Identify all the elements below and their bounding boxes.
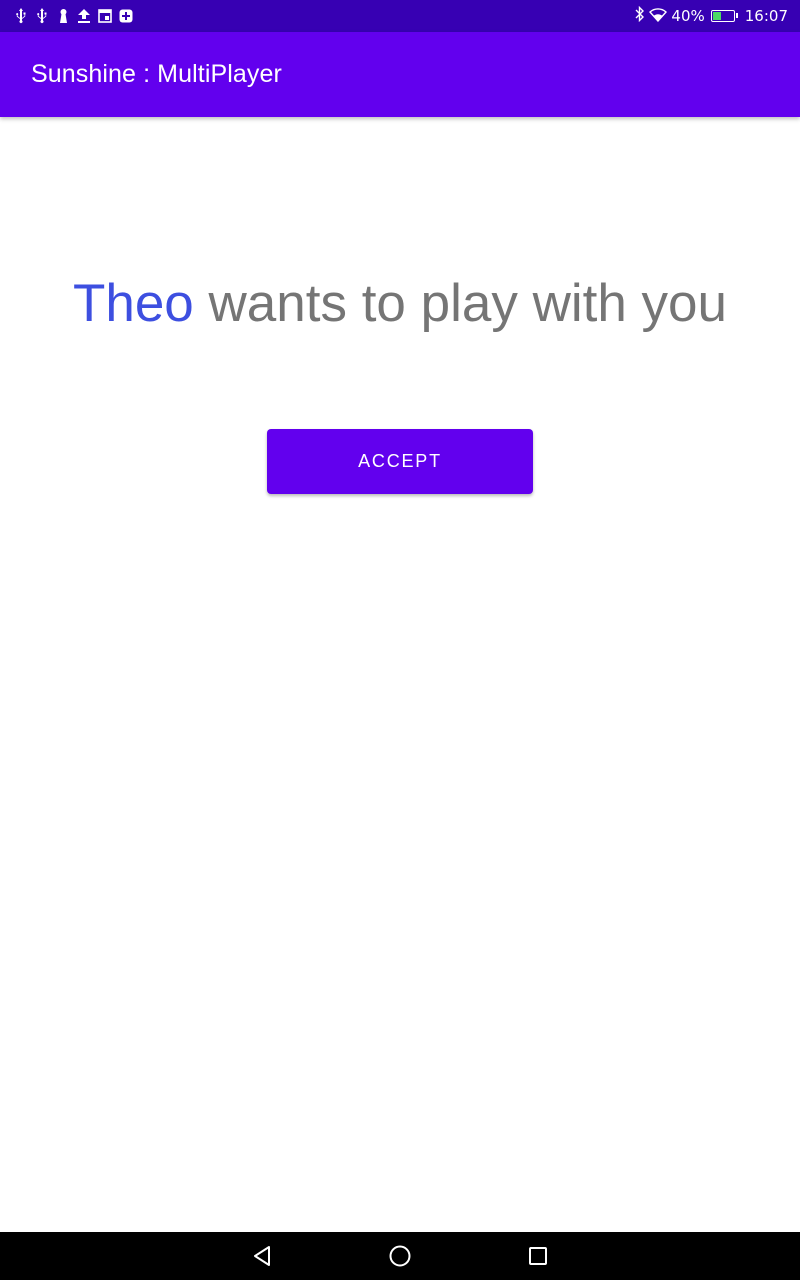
keyhole-icon — [56, 7, 70, 24]
home-icon — [389, 1245, 411, 1267]
recents-button[interactable] — [514, 1232, 562, 1280]
back-button[interactable] — [238, 1232, 286, 1280]
accept-button[interactable]: ACCEPT — [267, 429, 533, 494]
usb-icon — [14, 7, 28, 24]
recents-icon — [529, 1247, 547, 1265]
usb-icon — [35, 7, 49, 24]
bluetooth-icon — [635, 5, 645, 26]
home-button[interactable] — [376, 1232, 424, 1280]
navigation-bar — [0, 1232, 800, 1280]
player-name: Theo — [72, 274, 194, 333]
upload-icon — [77, 7, 91, 24]
window-icon — [98, 7, 112, 24]
invite-text: wants to play with you — [193, 274, 728, 333]
battery-icon — [710, 10, 738, 22]
status-bar: 40% 16:07 — [0, 0, 800, 32]
system-status: 40% 16:07 — [635, 0, 788, 32]
add-box-icon — [119, 7, 133, 24]
invite-message: Theo wants to play with you — [0, 272, 800, 336]
battery-percent: 40% — [671, 7, 705, 25]
battery-level — [712, 12, 721, 20]
notification-icons — [14, 7, 133, 24]
screen: 40% 16:07 Sunshine : MultiPlayer Theo wa… — [0, 0, 800, 1280]
status-time: 16:07 — [744, 7, 788, 25]
app-title: Sunshine : MultiPlayer — [31, 60, 282, 88]
back-icon — [254, 1246, 270, 1266]
wifi-icon — [649, 7, 668, 26]
app-bar: Sunshine : MultiPlayer — [0, 32, 800, 117]
